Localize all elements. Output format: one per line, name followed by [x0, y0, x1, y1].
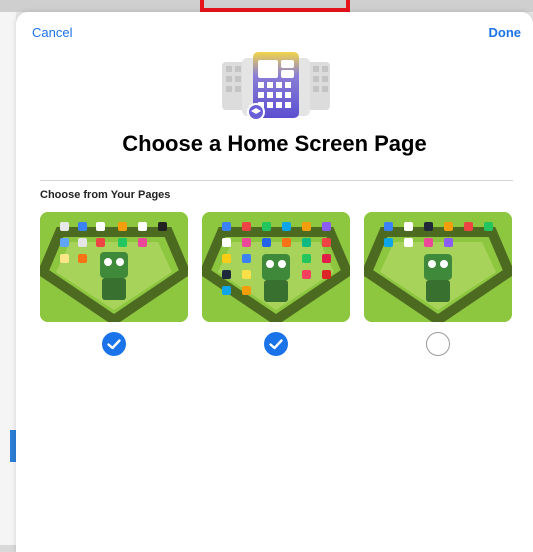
page-title: Choose a Home Screen Page — [122, 131, 427, 156]
section-label: Choose from Your Pages — [40, 189, 171, 201]
home-page-thumbnail-3[interactable] — [364, 212, 512, 322]
choose-home-screen-sheet: Cancel Done Choose a Home Screen Page Ch… — [16, 12, 533, 552]
page-1-select-checkbox[interactable] — [102, 332, 126, 356]
done-button[interactable]: Done — [489, 25, 522, 40]
checkmark-icon — [107, 339, 121, 350]
cancel-button[interactable]: Cancel — [32, 25, 72, 40]
home-page-thumbnail-1[interactable] — [40, 212, 188, 322]
home-screen-pages-icon — [222, 52, 330, 121]
divider — [40, 180, 513, 181]
page-2-select-checkbox[interactable] — [264, 332, 288, 356]
home-page-thumbnail-2[interactable] — [202, 212, 350, 322]
highlight-box — [200, 0, 350, 12]
page-3-select-checkbox[interactable] — [426, 332, 450, 356]
background-sidebar-edge — [0, 12, 16, 545]
checkmark-icon — [269, 339, 283, 350]
